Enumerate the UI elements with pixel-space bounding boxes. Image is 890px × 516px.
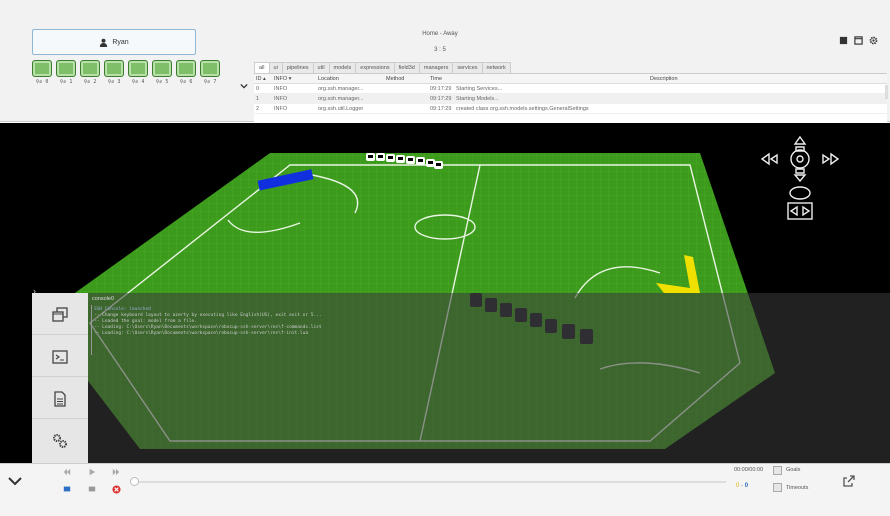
window-controls <box>839 36 878 45</box>
robot-id: 4 <box>141 79 145 85</box>
robot-icon <box>152 60 172 77</box>
top-panel: Ryan ⚲⇵ 0 ⚲⇵ 1 ⚲⇵ 2 ⚲⇵ 3 ⚲⇵ 4 ⚲⇵ 5 ⚲⇵ 6 … <box>0 0 890 122</box>
chevron-down-icon[interactable] <box>7 474 23 488</box>
rewind-button[interactable] <box>62 467 72 477</box>
table-row[interactable]: 1 INFO org.ssh.manager... 09:17:29 Start… <box>254 94 887 104</box>
score-yellow: 0 <box>736 483 740 489</box>
robot-id: 0 <box>45 79 49 85</box>
table-row[interactable]: 2 INFO org.ssh.util.Logger 09:17:29 crea… <box>254 104 887 114</box>
match-score: 3 : 5 <box>434 47 446 53</box>
log-table: ID ▴ INFO ▾ Location Method Time Descrip… <box>254 73 887 122</box>
robot-icon <box>32 60 52 77</box>
tab-pipelines[interactable]: pipelines <box>281 62 314 73</box>
log-scrollbar[interactable] <box>885 85 888 99</box>
console-output[interactable]: SSH Console: launched -- Change keyboard … <box>94 307 322 337</box>
chevron-down-icon[interactable] <box>240 82 248 90</box>
col-id-header[interactable]: ID ▴ <box>256 76 266 82</box>
col-location-header[interactable]: Location <box>318 76 339 82</box>
camera-navigation-icon[interactable] <box>760 135 850 245</box>
col-level-header[interactable]: INFO ▾ <box>274 76 291 82</box>
robot-icon <box>200 60 220 77</box>
col-time-header[interactable]: Time <box>430 76 442 82</box>
pause-icon <box>88 486 96 492</box>
console-gutter <box>88 305 92 355</box>
score-separator: - <box>741 483 744 489</box>
fast-forward-icon <box>112 468 120 476</box>
score-blue: 0 <box>744 483 749 489</box>
timeline-handle[interactable] <box>130 477 139 486</box>
settings-icon[interactable] <box>869 36 878 45</box>
stop-button[interactable] <box>111 484 121 494</box>
rewind-icon <box>63 468 71 476</box>
console-line: -- Loading: C:\Users\Ryan\Documents\work… <box>94 331 309 336</box>
robot-item[interactable]: ⚲⇵ 0 <box>32 60 52 85</box>
tab-services[interactable]: services <box>452 62 483 73</box>
robot-item[interactable]: ⚲⇵ 7 <box>200 60 220 85</box>
tab-network[interactable]: network <box>481 62 511 73</box>
terminal-button[interactable] <box>32 337 88 377</box>
stop-icon[interactable] <box>839 36 848 45</box>
tab-managers[interactable]: managers <box>418 62 454 73</box>
document-icon <box>54 390 66 407</box>
settings-button[interactable] <box>32 421 88 461</box>
play-button[interactable] <box>87 467 97 477</box>
log-header-row: ID ▴ INFO ▾ Location Method Time Descrip… <box>254 74 887 84</box>
tool-sidebar <box>32 293 88 463</box>
robot-id: 7 <box>213 79 217 85</box>
user-icon <box>100 38 108 47</box>
table-row[interactable]: 0 INFO org.ssh.manager... 09:17:29 Start… <box>254 84 887 94</box>
robot-selector: ⚲⇵ 0 ⚲⇵ 1 ⚲⇵ 2 ⚲⇵ 3 ⚲⇵ 4 ⚲⇵ 5 ⚲⇵ 6 ⚲⇵ 7 <box>32 60 220 85</box>
log-tabs: all ui pipelines util models expressions… <box>254 62 511 73</box>
record-button[interactable] <box>62 484 72 494</box>
timeouts-label: Timeouts <box>786 485 809 491</box>
pause-button[interactable] <box>87 484 97 494</box>
robot-item[interactable]: ⚲⇵ 2 <box>80 60 100 85</box>
tab-ui[interactable]: ui <box>268 62 283 73</box>
tab-util[interactable]: util <box>312 62 330 73</box>
record-icon <box>63 486 71 492</box>
tab-field3d[interactable]: field3d <box>393 62 420 73</box>
robot-icon <box>128 60 148 77</box>
robot-id: 6 <box>189 79 193 85</box>
robot-icon <box>104 60 124 77</box>
col-method-header[interactable]: Method <box>386 76 404 82</box>
robot-icon <box>80 60 100 77</box>
windows-button[interactable] <box>32 295 88 335</box>
window-icon[interactable] <box>854 36 863 45</box>
robot-id: 2 <box>93 79 97 85</box>
robot-id: 3 <box>117 79 121 85</box>
robot-item[interactable]: ⚲⇵ 4 <box>128 60 148 85</box>
console-tab[interactable]: console0 <box>92 296 114 302</box>
robot-item[interactable]: ⚲⇵ 5 <box>152 60 172 85</box>
robot-item[interactable]: ⚲⇵ 6 <box>176 60 196 85</box>
robot-icon <box>56 60 76 77</box>
play-icon <box>89 468 96 476</box>
goals-label: Goals <box>786 467 801 473</box>
playback-time: 00:00/00:00 <box>734 467 764 473</box>
col-description-header[interactable]: Description <box>650 76 678 82</box>
match-title: Home - Away <box>422 31 458 37</box>
robot-item[interactable]: ⚲⇵ 1 <box>56 60 76 85</box>
fast-forward-button[interactable] <box>111 467 121 477</box>
gears-icon <box>53 434 67 448</box>
terminal-icon <box>52 349 68 364</box>
timeline-track[interactable] <box>134 481 726 483</box>
tab-all[interactable]: all <box>254 62 270 73</box>
tab-models[interactable]: models <box>328 62 357 73</box>
windows-icon <box>52 306 68 322</box>
robot-id: 1 <box>69 79 73 85</box>
user-name: Ryan <box>112 38 129 46</box>
user-button[interactable]: Ryan <box>32 29 196 55</box>
document-button[interactable] <box>32 379 88 419</box>
robot-icon <box>176 60 196 77</box>
robot-item[interactable]: ⚲⇵ 3 <box>104 60 124 85</box>
tab-expressions[interactable]: expressions <box>355 62 395 73</box>
goal-score: 0 - 0 <box>736 483 748 489</box>
app-window: Ryan ⚲⇵ 0 ⚲⇵ 1 ⚲⇵ 2 ⚲⇵ 3 ⚲⇵ 4 ⚲⇵ 5 ⚲⇵ 6 … <box>0 0 890 516</box>
stop-icon <box>111 484 121 494</box>
export-icon[interactable] <box>842 474 856 488</box>
robot-id: 5 <box>165 79 169 85</box>
timeouts-checkbox[interactable] <box>773 483 782 492</box>
goals-checkbox[interactable] <box>773 466 782 475</box>
